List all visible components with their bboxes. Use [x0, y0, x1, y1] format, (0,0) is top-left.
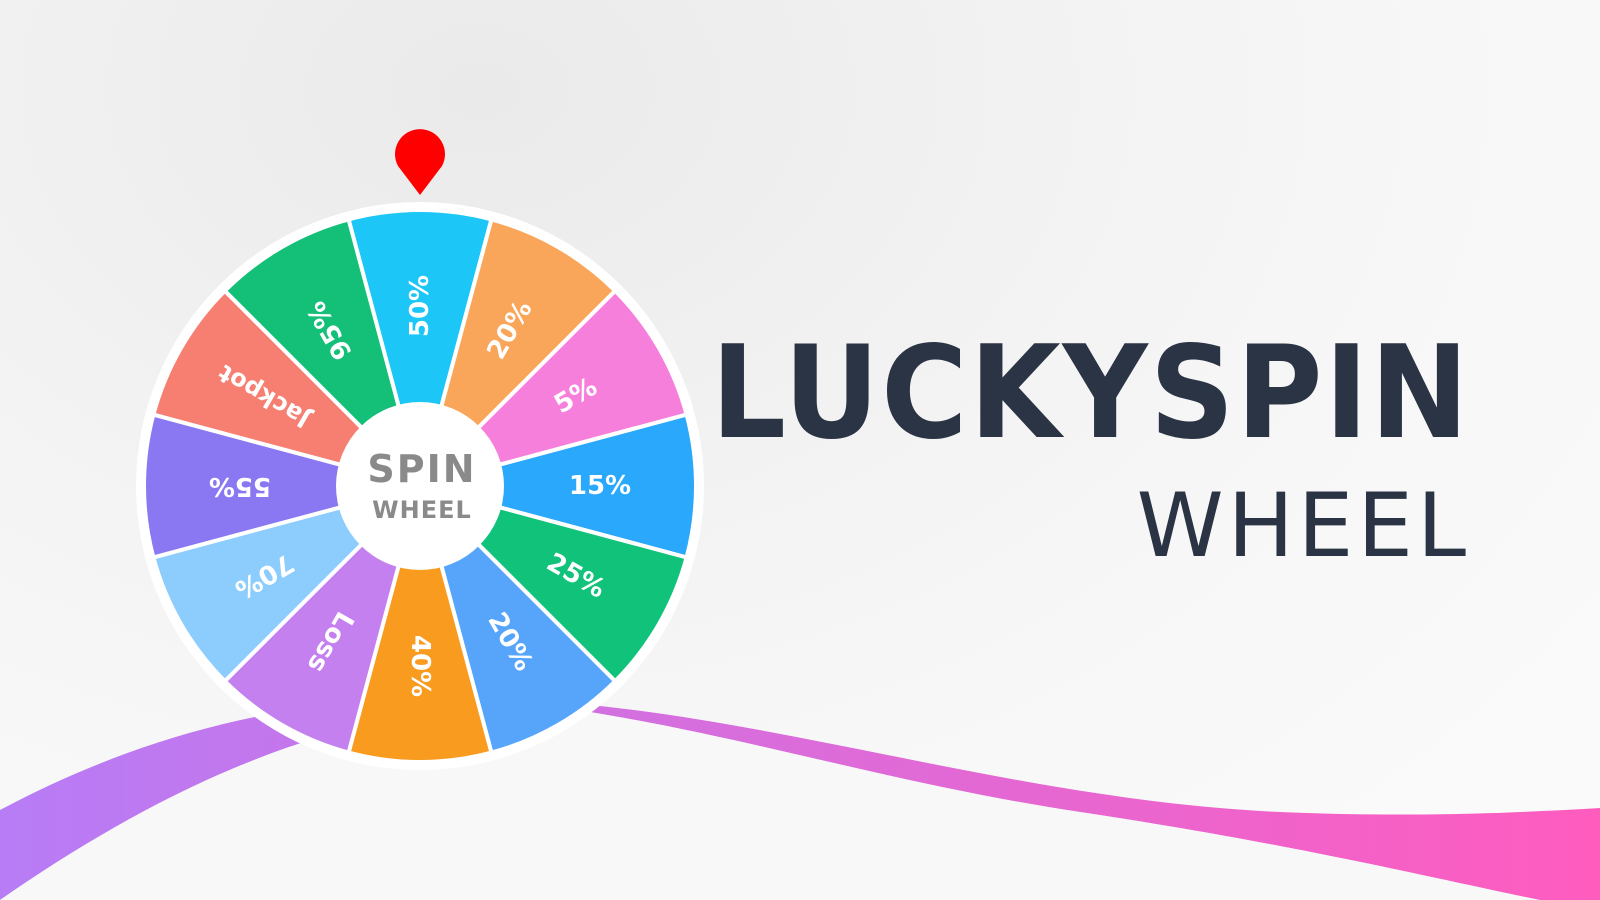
wheel-segment-label-10: 55%	[209, 471, 271, 501]
hub-spin-text: SPIN	[367, 447, 476, 491]
title-luckyspin: LUCKYSPIN	[710, 319, 1470, 468]
hub-wheel-text: WHEEL	[372, 496, 472, 524]
title-wheel: WHEEL	[1136, 474, 1470, 577]
wheel-segment-label-1: 50%	[405, 275, 435, 337]
map-pin-icon	[395, 129, 445, 195]
wheel-segment-label-4: 15%	[569, 471, 631, 501]
title-block: LUCKYSPIN WHEEL	[645, 330, 1471, 570]
wheel-segment-label-7: 40%	[405, 635, 435, 697]
spin-wheel-banner: 50% 20% 5% 15% 25% 20% 40% Loss 70% 55% Jackpot 95%…	[0, 0, 1600, 900]
